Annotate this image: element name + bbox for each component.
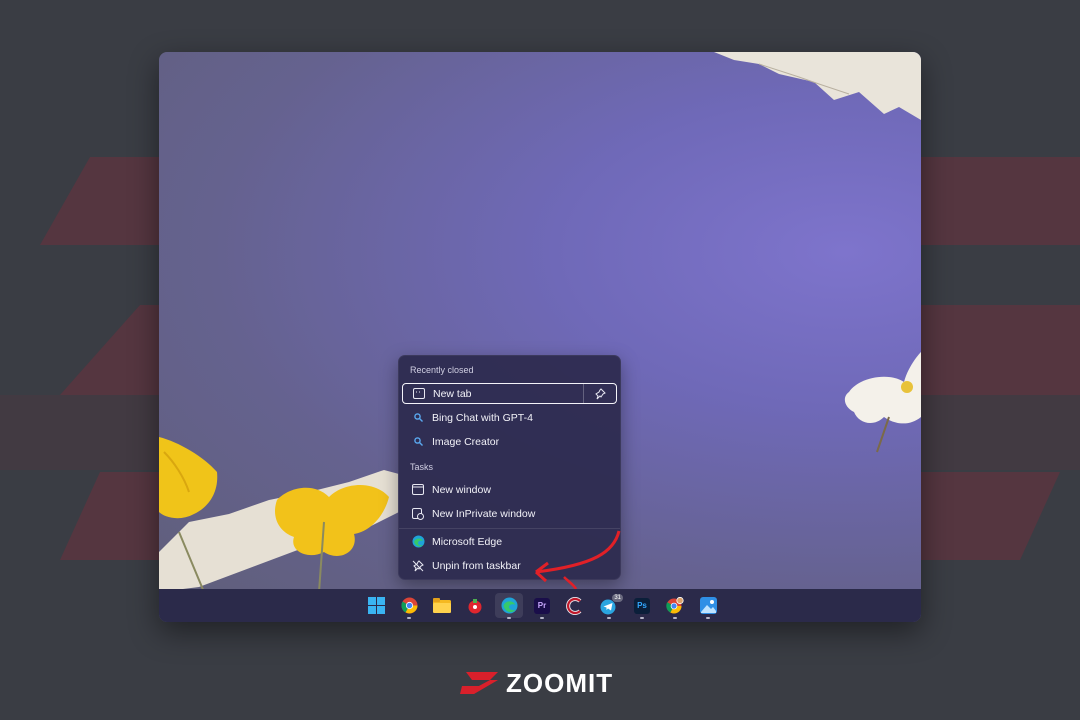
photos-icon: [699, 597, 717, 614]
taskbar: Pr 31 Ps: [159, 589, 921, 622]
jump-item-bing-chat[interactable]: Bing Chat with GPT-4: [402, 407, 617, 428]
search-icon: [411, 411, 425, 425]
red-app-icon: [468, 598, 482, 613]
jump-item-label: New tab: [433, 387, 472, 400]
taskbar-premiere[interactable]: Pr: [528, 593, 556, 619]
inprivate-window-icon: [411, 507, 425, 521]
running-indicator: [706, 617, 710, 619]
windows-start-icon: [367, 597, 385, 614]
search-icon: [411, 435, 425, 449]
notification-badge: 31: [612, 594, 623, 602]
taskbar-chrome[interactable]: [395, 593, 423, 619]
chrome-profile-icon: [666, 596, 684, 613]
running-indicator: [407, 617, 411, 619]
edge-icon: [501, 597, 517, 614]
photoshop-icon: Ps: [634, 597, 650, 614]
jump-item-image-creator[interactable]: Image Creator: [402, 431, 617, 452]
jump-item-new-tab[interactable]: New tab: [402, 383, 617, 404]
taskbar-app[interactable]: [461, 593, 489, 618]
running-indicator: [673, 617, 677, 619]
running-indicator: [640, 617, 644, 619]
start-button[interactable]: [362, 593, 390, 618]
folder-icon: [433, 598, 451, 613]
jump-item-label: New window: [432, 483, 491, 496]
tab-icon: [412, 387, 426, 401]
unpin-icon: [411, 559, 425, 573]
taskbar-photos[interactable]: [694, 593, 722, 619]
window-icon: [411, 483, 425, 497]
jump-item-new-window[interactable]: New window: [402, 479, 617, 500]
taskbar-file-explorer[interactable]: [428, 593, 456, 618]
recently-closed-header: Recently closed: [410, 365, 474, 375]
jump-item-label: Microsoft Edge: [432, 535, 503, 548]
jump-item-label: Bing Chat with GPT-4: [432, 411, 533, 424]
red-c-icon: [566, 596, 582, 615]
jump-item-new-inprivate-window[interactable]: New InPrivate window: [402, 503, 617, 524]
premiere-icon: Pr: [534, 597, 550, 614]
running-indicator: [507, 617, 511, 619]
edge-icon: [411, 535, 425, 549]
white-flower: [844, 352, 921, 453]
pin-icon: [595, 387, 606, 399]
zoomit-logo: ZOOMIT: [460, 668, 613, 698]
annotation-arrow: [534, 530, 621, 590]
zoomit-logo-icon: [460, 672, 498, 694]
jump-item-label: New InPrivate window: [432, 507, 536, 520]
taskbar-telegram[interactable]: 31: [595, 593, 623, 619]
taskbar-edge[interactable]: [495, 593, 523, 619]
pin-button[interactable]: [583, 384, 616, 403]
jump-item-label: Unpin from taskbar: [432, 559, 521, 572]
brand-name: ZOOMIT: [506, 667, 614, 698]
running-indicator: [607, 617, 611, 619]
taskbar-photoshop[interactable]: Ps: [628, 593, 656, 619]
running-indicator: [540, 617, 544, 619]
desktop-screen: Recently closed New tab Bing Chat with G…: [159, 52, 921, 622]
taskbar-chrome-profile[interactable]: [661, 593, 689, 619]
jump-item-label: Image Creator: [432, 435, 500, 448]
tasks-header: Tasks: [410, 462, 434, 472]
taskbar-red-c-app[interactable]: [561, 593, 589, 618]
chrome-icon: [400, 597, 417, 614]
